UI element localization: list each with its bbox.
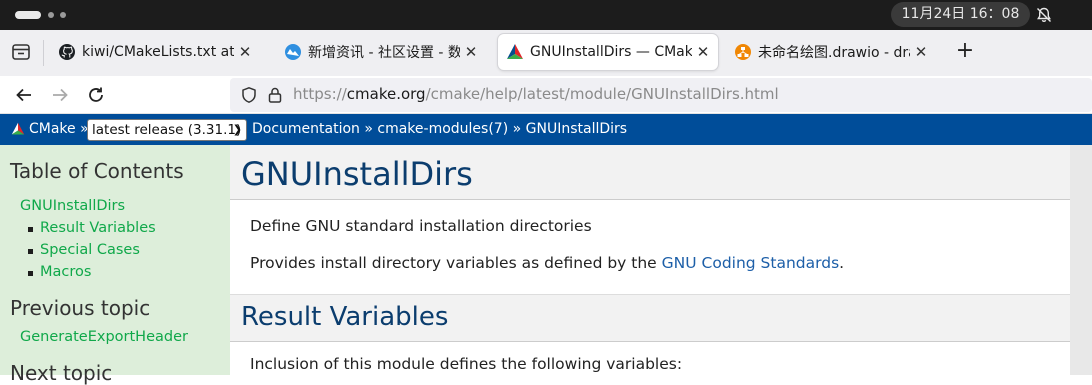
version-select[interactable]: latest release (3.31.1) ❯	[87, 119, 247, 141]
github-icon	[59, 44, 75, 60]
bullet	[28, 249, 33, 254]
breadcrumb[interactable]: Documentation » cmake-modules(7) » GNUIn…	[252, 121, 627, 137]
sidebar: Table of Contents GNUInstallDirs Result …	[0, 145, 230, 385]
tab-title: kiwi/CMakeLists.txt at ur	[82, 44, 234, 60]
forward-arrow-icon[interactable]	[49, 84, 71, 106]
workspace-indicator-active[interactable]	[15, 11, 41, 19]
tab-community[interactable]: 新增资讯 - 社区设置 - 数据 ✕	[276, 34, 486, 70]
right-margin	[1070, 145, 1092, 375]
url-host: cmake.org	[346, 85, 426, 103]
version-select-value: latest release (3.31.1)	[92, 122, 242, 138]
title-band: GNUInstallDirs	[230, 145, 1070, 200]
cmake-related-bar: CMake » latest release (3.31.1) ❯ Docume…	[0, 114, 1092, 145]
lock-icon[interactable]	[266, 86, 284, 104]
browser-tab-strip: kiwi/CMakeLists.txt at ur ✕ 新增资讯 - 社区设置 …	[0, 30, 1092, 76]
tab-gnuinstalldirs[interactable]: GNUInstallDirs — CMake ✕	[498, 34, 718, 70]
tab-list-icon[interactable]	[8, 39, 34, 65]
navigation-toolbar: https://cmake.org/cmake/help/latest/modu…	[0, 76, 1092, 114]
notifications-muted-icon[interactable]	[1035, 6, 1053, 24]
system-clock[interactable]: 11月24日 16：08	[891, 2, 1030, 27]
url-prefix: https://	[293, 85, 347, 103]
provides-text-after: .	[839, 254, 845, 272]
section-intro-text: Inclusion of this module defines the fol…	[250, 355, 683, 373]
close-tab-icon[interactable]: ✕	[696, 43, 710, 61]
intro-text: Define GNU standard installation directo…	[250, 217, 592, 235]
gnu-coding-standards-link[interactable]: GNU Coding Standards	[662, 254, 840, 272]
cmake-icon	[507, 44, 523, 59]
bullet	[28, 227, 33, 232]
back-arrow-icon[interactable]	[13, 84, 35, 106]
url-path: /cmake/help/latest/module/GNUInstallDirs…	[425, 85, 779, 103]
toc-link-special-cases[interactable]: Special Cases	[40, 242, 140, 258]
site-info-shield-icon[interactable]	[240, 86, 258, 104]
tab-drawio[interactable]: 未命名绘图.drawio - draw ✕	[726, 34, 936, 70]
toc-link-root[interactable]: GNUInstallDirs	[20, 198, 125, 214]
cmake-logo-icon[interactable]	[11, 122, 25, 136]
tab-title: GNUInstallDirs — CMake	[530, 44, 692, 60]
drawio-icon	[735, 44, 751, 60]
close-tab-icon[interactable]: ✕	[238, 43, 252, 61]
address-bar[interactable]: https://cmake.org/cmake/help/latest/modu…	[230, 78, 1092, 112]
main-content: GNUInstallDirs Define GNU standard insta…	[230, 145, 1070, 375]
page-title: GNUInstallDirs	[241, 155, 473, 193]
toc-heading: Table of Contents	[10, 159, 184, 183]
bullet	[28, 271, 33, 276]
tab-title: 未命名绘图.drawio - draw	[758, 45, 910, 61]
new-tab-button[interactable]: +	[953, 40, 977, 64]
tab-github[interactable]: kiwi/CMakeLists.txt at ur ✕	[50, 34, 260, 70]
system-top-bar: 11月24日 16：08	[0, 0, 1092, 30]
tab-separator	[43, 40, 44, 66]
close-tab-icon[interactable]: ✕	[914, 43, 928, 61]
tab-title: 新增资讯 - 社区设置 - 数据	[308, 45, 460, 61]
cmake-home-link[interactable]: CMake »	[29, 121, 89, 137]
community-site-icon	[285, 44, 301, 60]
provides-text-before: Provides install directory variables as …	[250, 254, 662, 272]
next-topic-heading: Next topic	[10, 361, 113, 385]
close-tab-icon[interactable]: ✕	[464, 43, 478, 61]
workspace-indicator[interactable]	[60, 12, 66, 18]
reload-icon[interactable]	[85, 84, 107, 106]
section-title: Result Variables	[241, 302, 449, 332]
workspace-indicator[interactable]	[48, 12, 54, 18]
url-text[interactable]: https://cmake.org/cmake/help/latest/modu…	[293, 85, 779, 103]
toc-link-macros[interactable]: Macros	[40, 264, 91, 280]
section-band: Result Variables	[230, 294, 1070, 342]
toc-link-result-variables[interactable]: Result Variables	[40, 220, 156, 236]
previous-topic-link[interactable]: GenerateExportHeader	[20, 329, 188, 345]
provides-text: Provides install directory variables as …	[250, 254, 844, 272]
previous-topic-heading: Previous topic	[10, 296, 151, 320]
chevron-down-icon: ❯	[232, 123, 242, 136]
